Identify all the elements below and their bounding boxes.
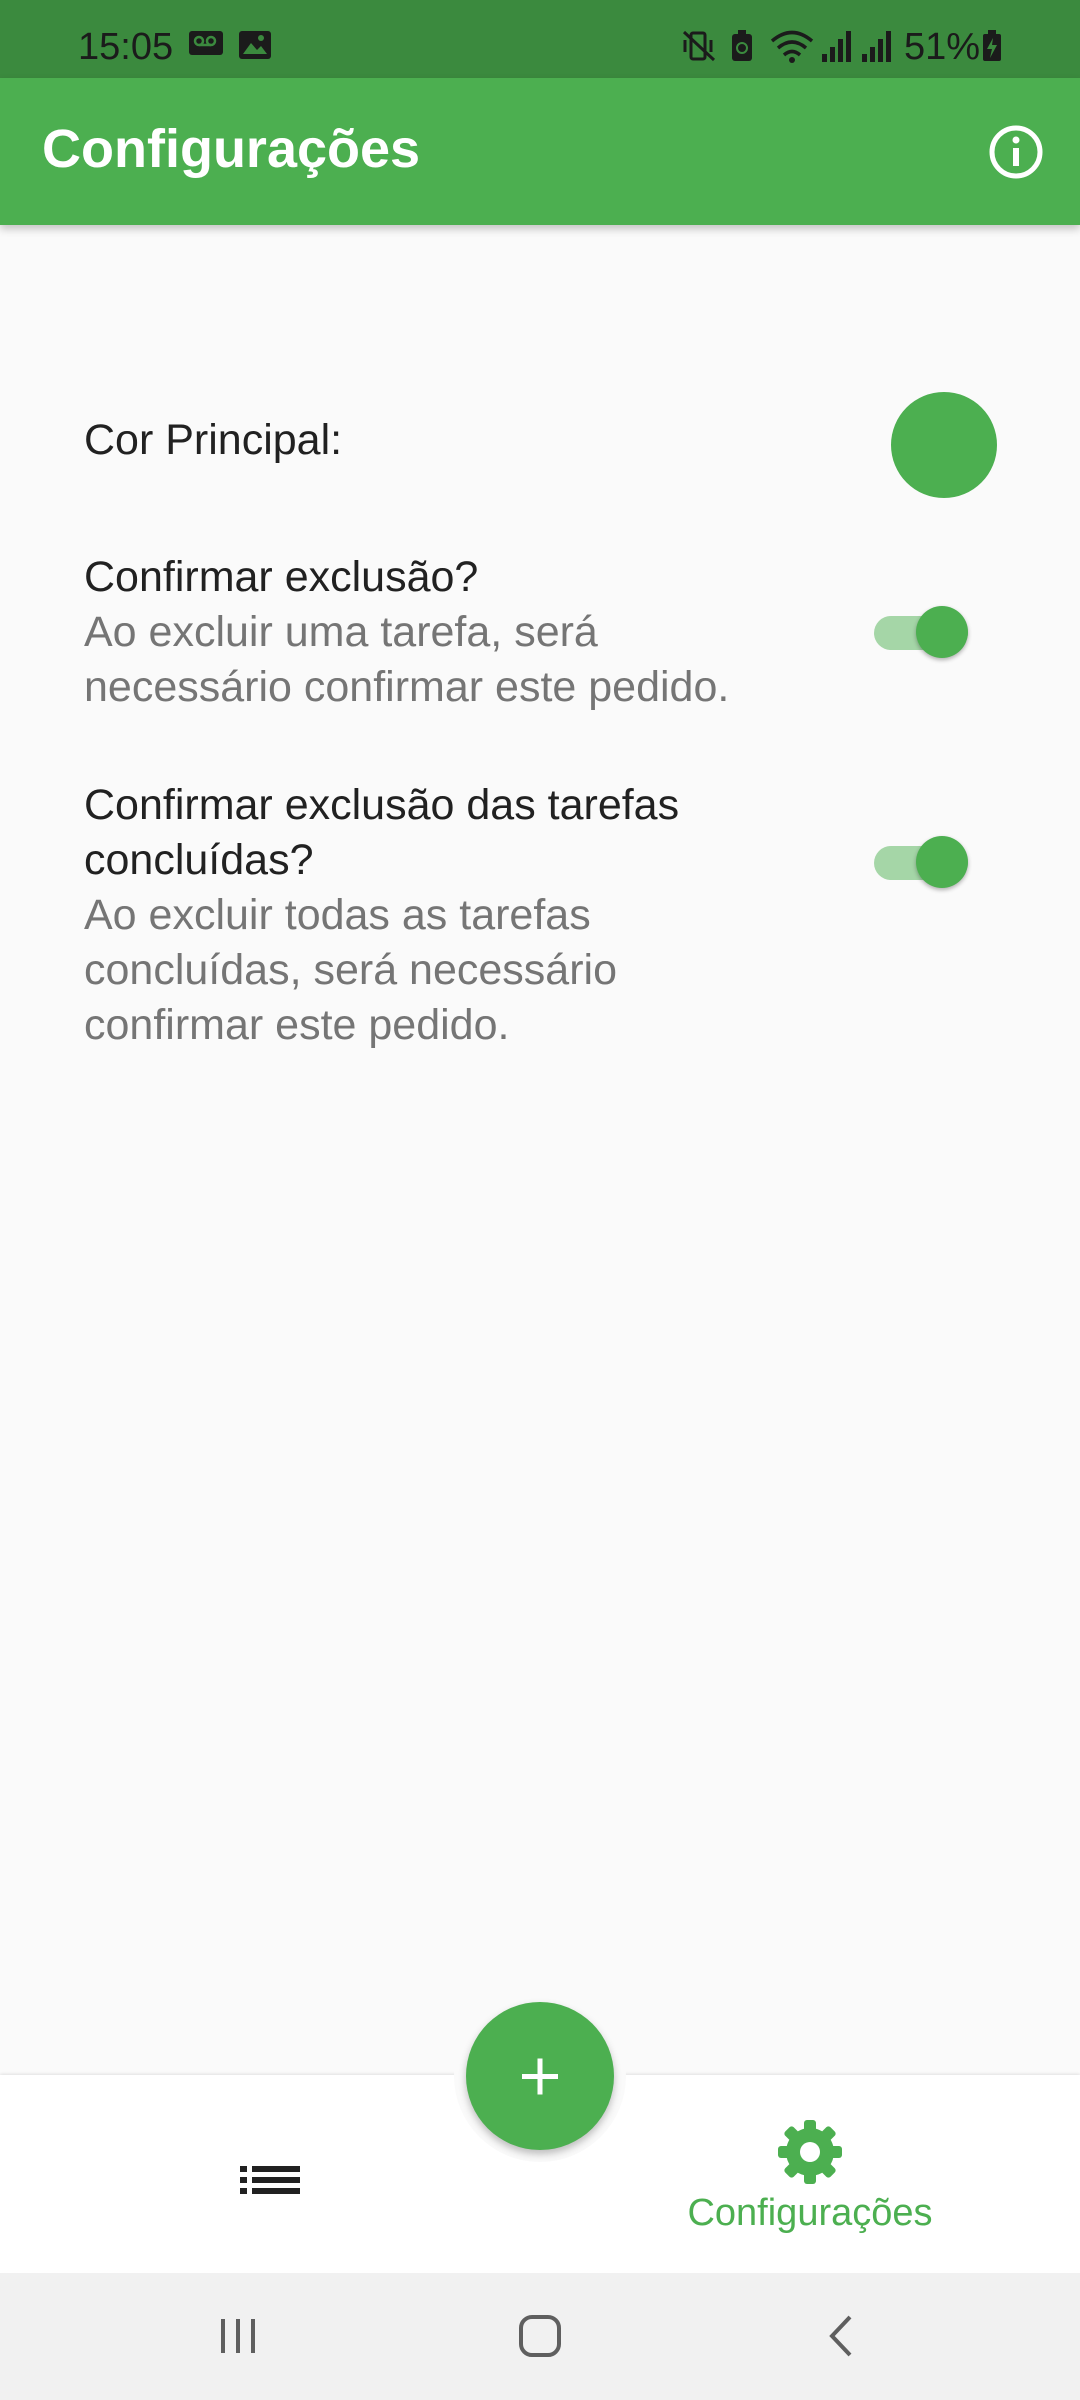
confirm-delete-subtitle: Ao excluir uma tarefa, será: [84, 608, 598, 656]
info-icon[interactable]: [988, 124, 1044, 180]
battery-saver-icon: [732, 30, 752, 61]
image-icon: [239, 31, 271, 59]
signal-icon: [862, 31, 891, 62]
recents-icon[interactable]: [213, 2311, 263, 2361]
nav-settings-label: Configurações: [687, 2192, 933, 2234]
confirm-delete-completed-subtitle: confirmar este pedido.: [84, 1001, 510, 1049]
confirm-delete-subtitle: necessário confirmar este pedido.: [84, 663, 730, 711]
wifi-icon: [770, 30, 814, 63]
vibrate-icon: [682, 30, 716, 62]
confirm-delete-completed-subtitle: concluídas, será necessário: [84, 946, 618, 994]
app-bar: Configurações: [0, 78, 1080, 225]
list-icon: [240, 2166, 300, 2194]
status-bar: 15:05 51%: [0, 0, 1080, 78]
status-time: 15:05: [78, 26, 174, 68]
main-color-label: Cor Principal:: [84, 416, 343, 464]
confirm-delete-completed-subtitle: Ao excluir todas as tarefas: [84, 891, 591, 939]
confirm-delete-title: Confirmar exclusão?: [84, 553, 479, 601]
battery-icon: [983, 30, 1001, 61]
confirm-delete-toggle[interactable]: [874, 604, 974, 660]
main-color-swatch[interactable]: [891, 392, 997, 498]
plus-icon: [522, 2058, 558, 2095]
confirm-delete-completed-toggle[interactable]: [874, 834, 974, 890]
toggle-thumb: [916, 836, 968, 888]
confirm-delete-completed-title: Confirmar exclusão das tarefas: [84, 781, 680, 829]
system-nav-bar: [0, 2273, 1080, 2400]
gear-icon: [778, 2120, 842, 2184]
nav-settings[interactable]: Configurações: [640, 2110, 980, 2250]
add-task-button[interactable]: [466, 2002, 614, 2150]
voicemail-icon: [189, 31, 223, 55]
page-title: Configurações: [42, 119, 421, 179]
battery-percent: 51%: [904, 26, 981, 68]
signal-icon: [822, 31, 851, 62]
nav-tasks[interactable]: [230, 2150, 310, 2210]
toggle-thumb: [916, 606, 968, 658]
confirm-delete-completed-title: concluídas?: [84, 836, 314, 884]
home-icon[interactable]: [515, 2311, 565, 2361]
back-icon[interactable]: [817, 2311, 867, 2361]
